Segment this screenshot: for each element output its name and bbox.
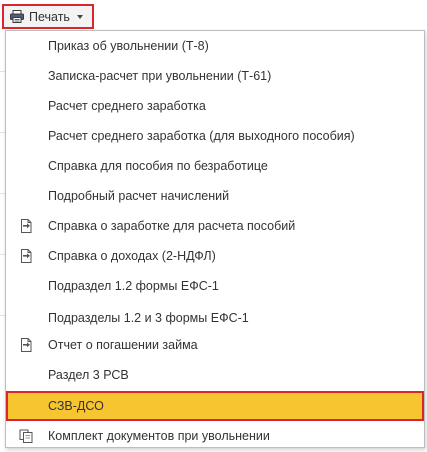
document-export-icon bbox=[21, 338, 32, 352]
menu-item-szv-dso[interactable]: СЗВ-ДСО bbox=[6, 391, 424, 421]
menu-item-label: Справка о заработке для расчета пособий bbox=[48, 219, 296, 233]
print-button-label: Печать bbox=[29, 9, 70, 24]
printer-icon bbox=[10, 10, 24, 23]
menu-item-detailed-accruals[interactable]: Подробный расчет начислений bbox=[6, 181, 424, 211]
menu-item-label: Справка для пособия по безработице bbox=[48, 159, 268, 173]
menu-item-efs-subsection-1-2[interactable]: Подраздел 1.2 формы ЕФС-1 bbox=[6, 271, 424, 301]
chevron-down-icon bbox=[76, 14, 83, 19]
menu-item-dismissal-order[interactable]: Приказ об увольнении (Т-8) bbox=[6, 31, 424, 61]
menu-item-loan-repayment-report[interactable]: Отчет о погашении займа bbox=[6, 330, 424, 360]
menu-item-average-earnings[interactable]: Расчет среднего заработка bbox=[6, 91, 424, 121]
menu-item-income-certificate[interactable]: Справка о доходах (2-НДФЛ) bbox=[6, 241, 424, 271]
menu-item-label: Раздел 3 РСВ bbox=[48, 368, 129, 382]
print-dropdown-menu: Приказ об увольнении (Т-8) Записка-расче… bbox=[5, 30, 425, 448]
menu-item-dismissal-document-set[interactable]: Комплект документов при увольнении bbox=[6, 421, 424, 451]
menu-item-dismissal-calculation-note[interactable]: Записка-расчет при увольнении (Т-61) bbox=[6, 61, 424, 91]
menu-item-label: Подробный расчет начислений bbox=[48, 189, 230, 203]
menu-item-label: Приказ об увольнении (Т-8) bbox=[48, 39, 209, 53]
menu-item-label: Комплект документов при увольнении bbox=[48, 429, 270, 443]
menu-item-label: Подразделы 1.2 и 3 формы ЕФС-1 bbox=[48, 311, 249, 325]
menu-item-average-earnings-severance[interactable]: Расчет среднего заработка (для выходного… bbox=[6, 121, 424, 151]
document-set-icon bbox=[19, 429, 33, 443]
menu-item-label: Подраздел 1.2 формы ЕФС-1 bbox=[48, 279, 219, 293]
menu-item-label: Расчет среднего заработка bbox=[48, 99, 206, 113]
menu-item-efs-subsections-1-2-and-3[interactable]: Подразделы 1.2 и 3 формы ЕФС-1 bbox=[6, 306, 424, 326]
menu-item-rsv-section-3[interactable]: Раздел 3 РСВ bbox=[6, 360, 424, 390]
document-export-icon bbox=[21, 219, 32, 233]
menu-item-label: Справка о доходах (2-НДФЛ) bbox=[48, 249, 216, 263]
menu-item-earnings-certificate[interactable]: Справка о заработке для расчета пособий bbox=[6, 211, 424, 241]
print-button[interactable]: Печать bbox=[2, 4, 94, 29]
menu-item-label: Отчет о погашении займа bbox=[48, 338, 198, 352]
menu-item-label: Расчет среднего заработка (для выходного… bbox=[48, 129, 355, 143]
document-export-icon bbox=[21, 249, 32, 263]
menu-item-label: Записка-расчет при увольнении (Т-61) bbox=[48, 69, 272, 83]
menu-item-label: СЗВ-ДСО bbox=[48, 399, 104, 413]
menu-item-unemployment-certificate[interactable]: Справка для пособия по безработице bbox=[6, 151, 424, 181]
